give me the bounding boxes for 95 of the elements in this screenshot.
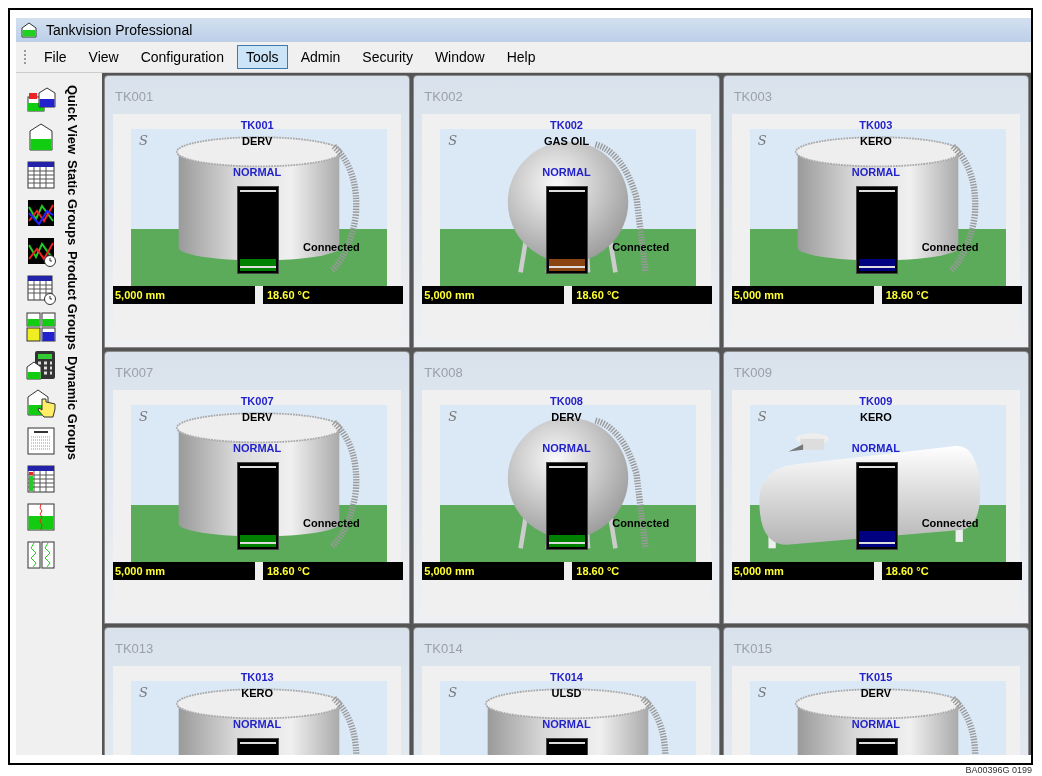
product-name: ULSD [551,686,582,700]
tank-tag: TK002 [549,118,583,132]
tank-status: NORMAL [233,719,282,730]
tile-title: TK014 [424,642,463,655]
temperature-value: 18.60 °C [267,563,310,579]
menu-item[interactable]: View [79,45,128,69]
tile-title: TK003 [733,90,772,103]
level-reading-value: 5,000 mm [733,287,784,303]
table-icon[interactable] [25,159,57,191]
tank-level-icon[interactable] [25,501,57,533]
side-tab[interactable]: Static Groups [66,160,79,246]
level-reading-value: 5,000 mm [424,287,475,303]
temperature-value: 18.60 °C [576,287,620,303]
connection-status: Connected [921,518,979,529]
tank-tag: TK003 [859,118,893,132]
product-name: GAS OIL [543,134,590,148]
temperature-value: 18.60 °C [885,563,929,579]
tank-status: NORMAL [851,719,900,730]
tile-title: TK001 [115,90,154,103]
level-reading-value: 5,000 mm [733,563,784,579]
menu-item[interactable]: Admin [291,45,350,69]
menu-item[interactable]: Help [497,45,545,69]
menu-item[interactable]: Configuration [131,45,233,69]
report-icon[interactable] [25,425,57,457]
tank-tag: TK015 [859,670,893,684]
menu-item[interactable]: Window [425,45,494,69]
product-name: DERV [241,134,273,148]
tank-status: NORMAL [851,443,900,454]
grip-icon [24,50,27,64]
tank-tag: TK013 [240,670,274,684]
tile-title: TK008 [424,366,463,379]
tank-status: NORMAL [851,167,900,178]
tank-status: NORMAL [542,443,591,454]
tank-tile[interactable]: TK015 S TK015 DERV NORMAL [722,627,1029,755]
level-reading-value: 5,000 mm [424,563,475,579]
menu-item[interactable]: Security [353,45,422,69]
mode-letter: S [448,134,458,147]
tank-tile[interactable]: TK013 S TK013 KERO NORMAL [104,627,411,755]
level-waves-icon[interactable] [25,539,57,571]
figure-label: BA00396G 0199 [965,766,1032,775]
tile-title: TK013 [115,642,154,655]
tank-tag: TK007 [240,394,274,408]
tanks-compare-icon[interactable] [25,311,57,343]
table-alarm-icon[interactable] [25,463,57,495]
mode-letter: S [448,686,458,699]
mode-letter: S [757,134,767,147]
side-tab[interactable]: Dynamic Groups [66,356,79,461]
tank-hand-icon[interactable] [25,387,57,419]
product-name: KERO [859,410,892,424]
tank-tag: TK009 [859,394,893,408]
mode-letter: S [139,686,148,699]
temperature-value: 18.60 °C [885,287,929,303]
mode-letter: S [448,410,458,423]
temperature-value: 18.60 °C [576,563,620,579]
line-chart-clock-icon[interactable] [25,235,57,267]
tank-icon [20,22,38,38]
tank-tile[interactable]: TK001 S TK001 DERV NORMAL Connected 5,000 mm 18.60 °C [104,75,411,348]
product-name: KERO [859,134,892,148]
tank-tag: TK001 [240,118,274,132]
level-reading-value: 5,000 mm [115,287,166,303]
tank-status: NORMAL [542,167,591,178]
calculator-icon[interactable] [25,349,57,381]
tile-title: TK002 [424,90,463,103]
tank-tile[interactable]: TK014 S TK014 ULSD NORMAL [413,627,720,755]
table-clock-icon[interactable] [25,273,57,305]
product-name: DERV [860,686,891,700]
mode-letter: S [139,410,148,423]
window-title: Tankvision Professional [46,20,193,40]
tile-title: TK015 [733,642,772,655]
temperature-value: 18.60 °C [267,287,310,303]
side-tab[interactable]: Product Groups [66,251,79,351]
tank-status: NORMAL [233,167,282,178]
product-name: KERO [241,686,274,700]
menu-item[interactable]: File [35,45,76,69]
tile-title: TK009 [733,366,772,379]
tank-status: NORMAL [233,443,282,454]
tank-tile[interactable]: TK009 S TK009 KERO NORMAL Connected 5,000 mm 18.60 °C [722,351,1029,624]
connection-status: Connected [921,242,979,253]
menu-item[interactable]: Tools [236,45,288,69]
side-tab[interactable]: Quick View [66,85,79,155]
tank-tag: TK014 [549,670,583,684]
product-name: DERV [241,410,273,424]
tank-tag: TK008 [549,394,583,408]
mode-letter: S [757,686,767,699]
connection-status: Connected [303,242,360,253]
tile-title: TK007 [115,366,154,379]
line-chart-icon[interactable] [25,197,57,229]
mode-letter: S [757,410,767,423]
tank-status: NORMAL [542,719,591,730]
connection-status: Connected [303,518,360,529]
mode-letter: S [139,134,148,147]
level-reading-value: 5,000 mm [115,563,166,579]
tank-tile[interactable]: TK007 S TK007 DERV NORMAL Connected 5,000 mm 18.60 °C [104,351,411,624]
tank-tile[interactable]: TK003 S TK003 KERO NORMAL Connected 5,000 mm 18.60 °C [722,75,1029,348]
product-name: DERV [551,410,582,424]
